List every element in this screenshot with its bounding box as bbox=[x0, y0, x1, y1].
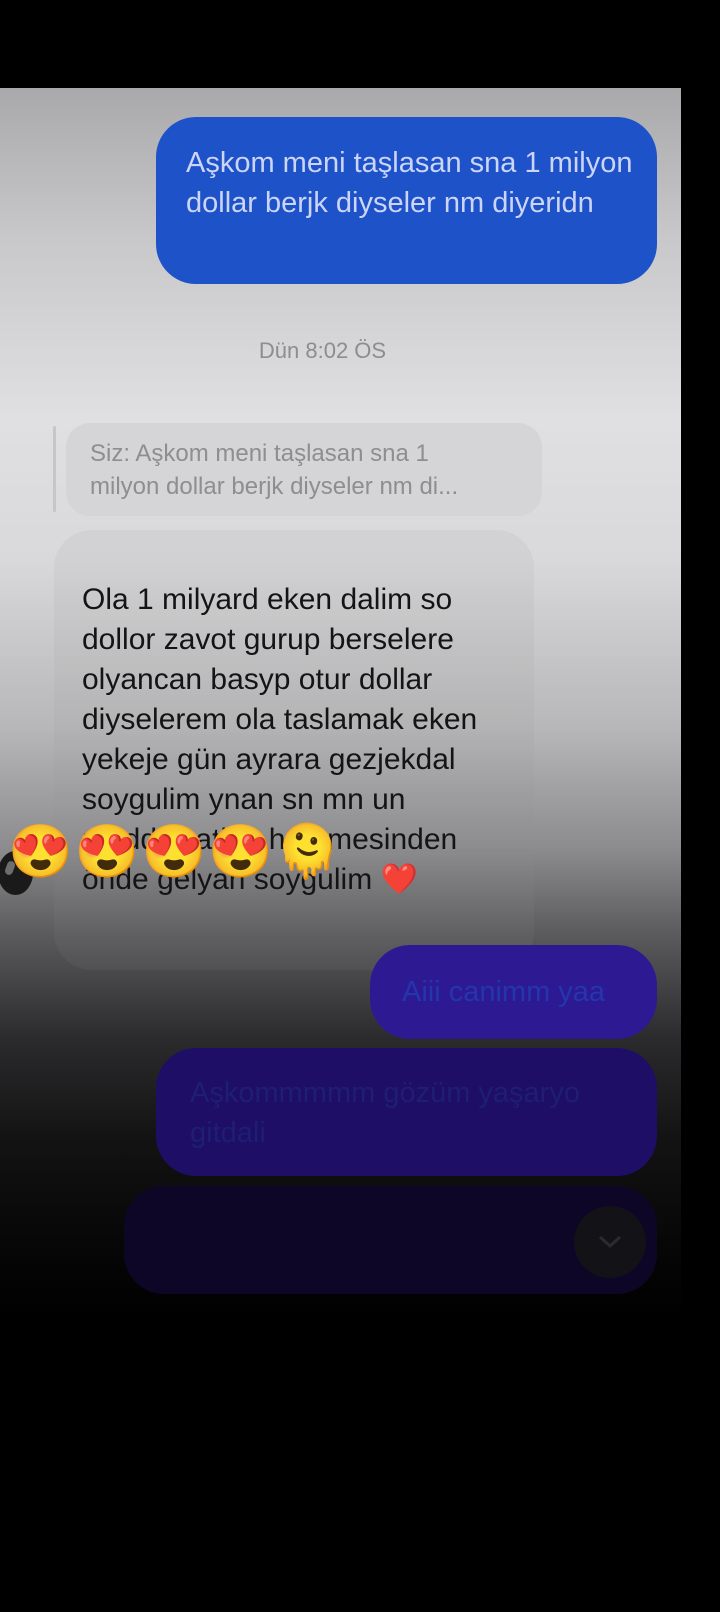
sent-message-text: Aiii canimm yaa bbox=[402, 976, 606, 1008]
sent-message-bubble[interactable]: Aşkom meni taşlasan sna 1 milyon dollar … bbox=[156, 117, 657, 284]
sent-message-text: Aşkommmmm gözüm yaşaryo gitdali bbox=[190, 1077, 580, 1149]
sent-message-bubble[interactable]: Aşkommmmm gözüm yaşaryo gitdali bbox=[156, 1048, 657, 1176]
sent-message-bubble[interactable]: Aiii canimm yaa bbox=[370, 945, 657, 1039]
reply-preview[interactable]: Siz: Aşkom meni taşlasan sna 1 milyon do… bbox=[66, 423, 542, 516]
message-timestamp: Dün 8:02 ÖS bbox=[258, 338, 387, 363]
received-message-bubble[interactable]: Ola 1 milyard eken dalim so dollor zavot… bbox=[54, 530, 534, 970]
emoji-reactions: 😍😍😍😍🫠 bbox=[8, 823, 342, 881]
sent-message-text: Aşkom meni taşlasan sna 1 milyon dollar … bbox=[186, 147, 633, 219]
chevron-down-icon[interactable] bbox=[574, 1206, 646, 1278]
reply-indicator-bar bbox=[53, 426, 56, 512]
chat-screenshot: Aşkom meni taşlasan sna 1 milyon dollar … bbox=[0, 88, 681, 1318]
